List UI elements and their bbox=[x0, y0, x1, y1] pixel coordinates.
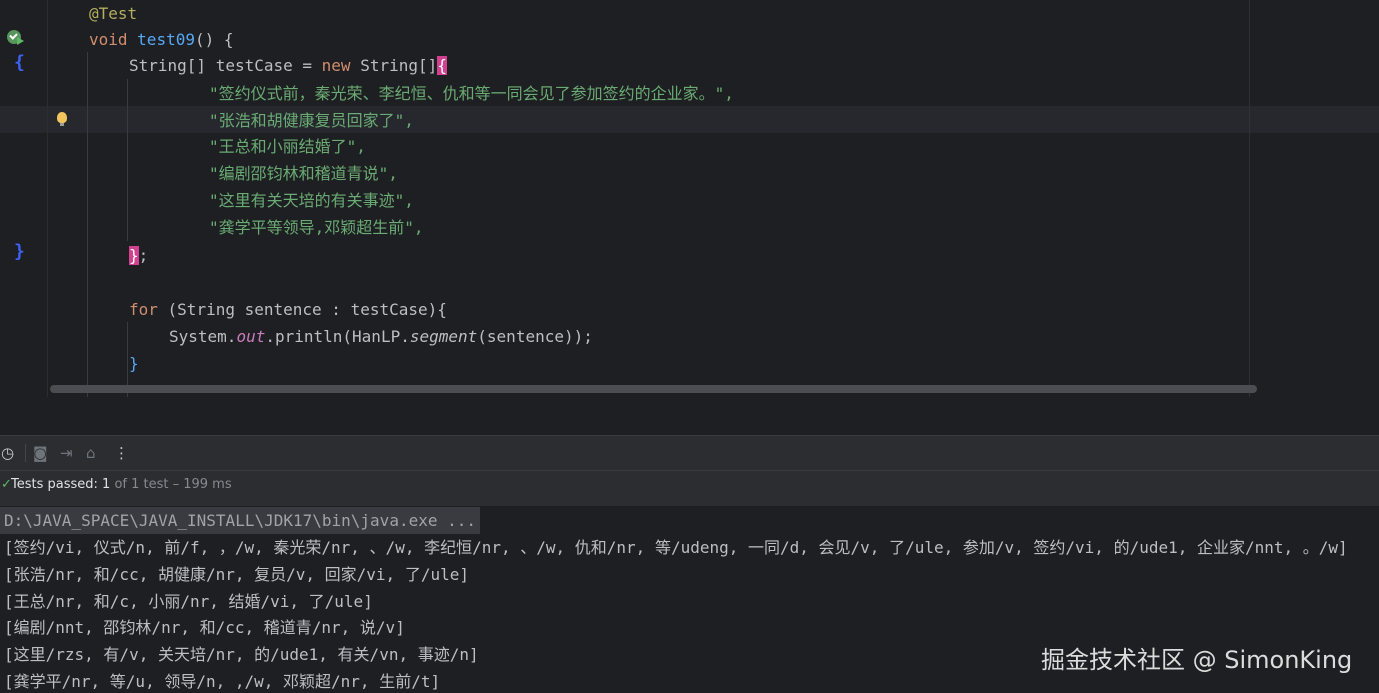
watermark: 掘金技术社区 @ SimonKing bbox=[1041, 646, 1353, 674]
string-literal: "张浩和胡健康复员回家了", bbox=[209, 111, 414, 130]
export-icon[interactable]: ⌂ bbox=[86, 444, 96, 462]
history-icon[interactable]: ◷ bbox=[1, 444, 14, 462]
code-line-declaration: String[] testCase = new String[]{ bbox=[129, 56, 447, 75]
console-line: [龚学平/nr, 等/u, 领导/n, ,/w, 邓颖超/nr, 生前/t] bbox=[4, 672, 441, 691]
panel-separator bbox=[0, 397, 1379, 436]
string-literal: "签约仪式前，秦光荣、李纪恒、仇和等一同会见了参加签约的企业家。", bbox=[209, 84, 734, 103]
string-literal: "这里有关天培的有关事迹", bbox=[209, 191, 414, 210]
code-line-println: System.out.println(HanLP.segment(sentenc… bbox=[169, 327, 593, 346]
current-line-highlight bbox=[0, 106, 1379, 133]
import-icon[interactable]: ⇥ bbox=[60, 444, 73, 462]
camera-icon[interactable]: ◙ bbox=[33, 444, 48, 462]
code-line-array-close: }; bbox=[129, 246, 149, 265]
indent-guide bbox=[127, 79, 128, 241]
code-line-for: for (String sentence : testCase){ bbox=[129, 300, 447, 319]
console-line: [编剧/nnt, 邵钧林/nr, 和/cc, 稽道青/nr, 说/v] bbox=[4, 618, 405, 637]
run-toolbar: ◷ ◙ ⇥ ⌂ ⋮ bbox=[0, 436, 1379, 471]
test-status-bar: ✓ Tests passed: 1 of 1 test – 199 ms bbox=[0, 471, 1379, 506]
lightbulb-icon[interactable] bbox=[57, 112, 67, 126]
more-icon[interactable]: ⋮ bbox=[114, 444, 129, 462]
string-literal: "龚学平等领导,邓颖超生前", bbox=[209, 218, 424, 237]
toolbar-divider bbox=[25, 444, 26, 462]
fold-area bbox=[47, 0, 87, 397]
console-line: [这里/rzs, 有/v, 关天培/nr, 的/ude1, 有关/vn, 事迹/… bbox=[4, 645, 479, 664]
horizontal-scrollbar[interactable] bbox=[50, 385, 1257, 393]
console-line: [王总/nr, 和/c, 小丽/nr, 结婚/vi, 了/ule] bbox=[4, 592, 373, 611]
string-literal: "王总和小丽结婚了", bbox=[209, 137, 366, 156]
code-editor[interactable]: { } @Test void test09() { String[] testC… bbox=[0, 0, 1379, 397]
console-line: [签约/vi, 仪式/n, 前/f, ，/w, 秦光荣/nr, 、/w, 李纪恒… bbox=[4, 538, 1348, 557]
console-line: [张浩/nr, 和/cc, 胡健康/nr, 复员/v, 回家/vi, 了/ule… bbox=[4, 565, 469, 584]
indent-guide bbox=[87, 52, 88, 397]
code-line-method: void test09() { bbox=[89, 30, 234, 49]
string-literal: "编剧邵钧林和稽道青说", bbox=[209, 164, 398, 183]
right-margin-guide bbox=[1249, 0, 1250, 397]
run-triangle-icon[interactable] bbox=[17, 37, 24, 45]
code-line-annotation: @Test bbox=[89, 4, 138, 23]
console-command[interactable]: D:\JAVA_SPACE\JAVA_INSTALL\JDK17\bin\jav… bbox=[0, 507, 481, 534]
gutter-close-brace: } bbox=[14, 241, 25, 262]
test-status-text: Tests passed: 1 of 1 test – 199 ms bbox=[11, 477, 232, 492]
gutter-open-brace: { bbox=[14, 52, 25, 73]
code-line-loop-close: } bbox=[129, 354, 139, 373]
